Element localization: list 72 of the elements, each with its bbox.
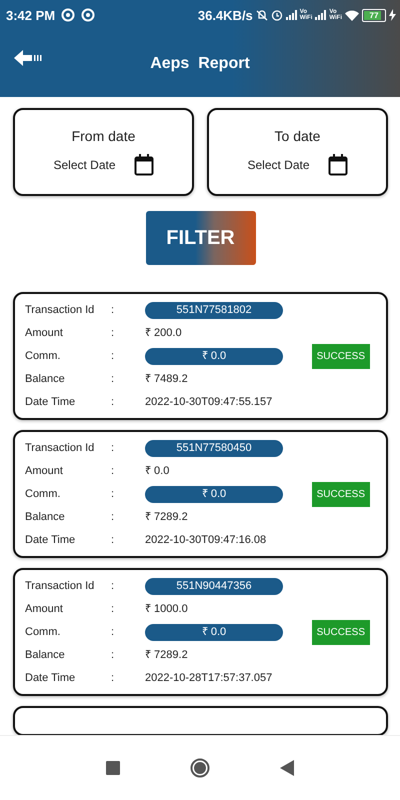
signal-icon	[315, 10, 326, 20]
status-badge: SUCCESS	[312, 344, 370, 368]
field-label: Amount	[25, 326, 64, 340]
field-label: Comm.	[25, 624, 62, 640]
filter-button[interactable]: FILTER	[146, 211, 256, 265]
notification-icon	[81, 8, 96, 22]
date-label: To date	[274, 128, 320, 144]
status-badge: SUCCESS	[312, 620, 370, 644]
value-pill: 551N90447356	[145, 578, 283, 594]
value-pill: ₹ 0.0	[145, 486, 283, 502]
field-label: Date Time	[25, 532, 76, 548]
network-speed: 36.4KB/s	[198, 8, 253, 22]
field-label: Balance	[25, 648, 66, 662]
field-label: Transaction Id	[25, 578, 96, 594]
field-value: 2022-10-28T17:57:37.057	[145, 670, 274, 686]
field-value: ₹ 7489.2	[145, 372, 189, 386]
calendar-icon[interactable]	[328, 154, 348, 176]
field-value: ₹ 0.0	[145, 464, 170, 478]
charging-icon	[389, 9, 396, 21]
colon-separator: :	[111, 302, 116, 318]
home-button[interactable]	[190, 758, 210, 778]
alarm-icon	[270, 9, 283, 21]
colon-separator: :	[111, 578, 116, 594]
field-label: Transaction Id	[25, 440, 96, 456]
date-picker-card[interactable]: From date Select Date	[13, 108, 194, 196]
date-placeholder: Select Date	[53, 158, 116, 172]
colon-separator: :	[111, 372, 116, 386]
field-label: Comm.	[25, 348, 62, 364]
field-value: 2022-10-30T09:47:16.08	[145, 532, 268, 548]
value-pill: 551N77581802	[145, 302, 283, 318]
signal-icon	[286, 10, 297, 20]
field-value: ₹ 7289.2	[145, 510, 189, 524]
field-label: Balance	[25, 372, 66, 386]
field-label: Date Time	[25, 394, 76, 410]
colon-separator: :	[111, 394, 116, 410]
field-label: Date Time	[25, 670, 76, 686]
back-button[interactable]	[280, 760, 294, 776]
field-value: ₹ 200.0	[145, 326, 183, 340]
field-value: ₹ 7289.2	[145, 648, 189, 662]
value-pill: ₹ 0.0	[145, 348, 283, 364]
field-label: Transaction Id	[25, 302, 96, 318]
field-label: Comm.	[25, 486, 62, 502]
date-label: From date	[72, 128, 136, 144]
colon-separator: :	[111, 532, 116, 548]
date-picker-card[interactable]: To date Select Date	[207, 108, 388, 196]
field-value: ₹ 1000.0	[145, 602, 189, 616]
field-label: Amount	[25, 464, 64, 478]
value-pill: 551N77580450	[145, 440, 283, 456]
status-time: 3:42 PM	[6, 8, 56, 22]
notification-icon	[61, 8, 76, 22]
colon-separator: :	[111, 440, 116, 456]
calendar-icon[interactable]	[134, 154, 154, 176]
field-label: Amount	[25, 602, 64, 616]
field-value: 2022-10-30T09:47:55.157	[145, 394, 274, 410]
colon-separator: :	[111, 510, 116, 524]
back-arrow-icon[interactable]	[14, 50, 42, 66]
screen-title: Aeps Report	[149, 54, 251, 72]
date-placeholder: Select Date	[247, 158, 310, 172]
bell-icon	[256, 9, 268, 21]
battery-icon: 77	[362, 8, 386, 22]
colon-separator: :	[111, 348, 116, 364]
colon-separator: :	[111, 670, 116, 686]
value-pill: ₹ 0.0	[145, 624, 283, 640]
field-label: Balance	[25, 510, 66, 524]
wifi-icon	[345, 10, 359, 20]
colon-separator: :	[111, 464, 116, 478]
status-badge: SUCCESS	[312, 482, 370, 506]
colon-separator: :	[111, 648, 116, 662]
colon-separator: :	[111, 624, 116, 640]
colon-separator: :	[111, 486, 116, 502]
colon-separator: :	[111, 326, 116, 340]
colon-separator: :	[111, 602, 116, 616]
